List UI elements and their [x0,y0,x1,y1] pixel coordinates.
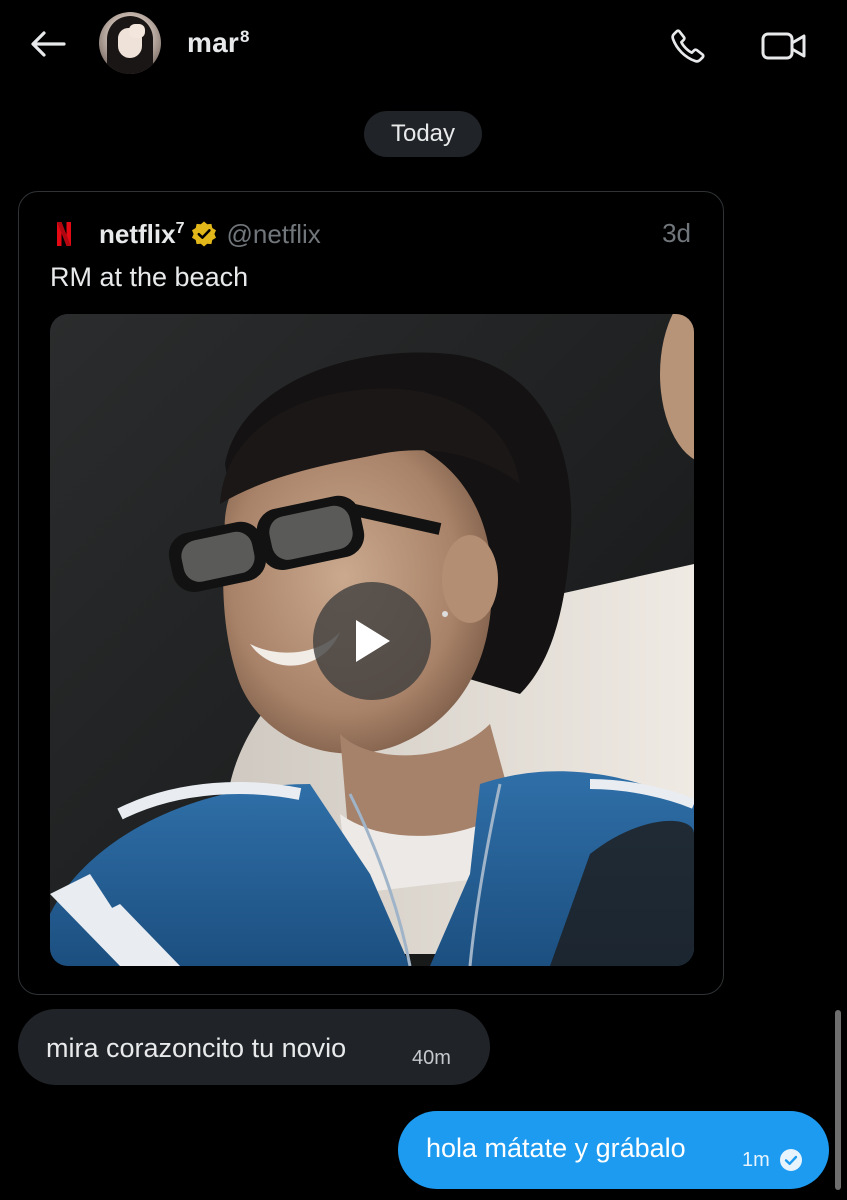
post-timestamp: 3d [662,218,691,248]
contact-name[interactable]: mar8 [187,27,250,59]
date-separator: Today [364,111,482,157]
play-icon [356,620,390,662]
seen-check-icon [780,1149,802,1171]
message-text: mira corazoncito tu novio [46,1033,347,1063]
play-button[interactable] [313,582,431,700]
back-button[interactable] [26,24,70,64]
shared-post-header: netflix7 @netflix [55,214,321,254]
message-time: 1m [742,1149,770,1171]
conversation-header: mar8 [0,0,847,90]
post-author-name[interactable]: netflix7 [99,219,184,250]
dm-conversation-screen: mar8 Today netflix7 @netflix 3d RM at th… [0,0,847,1200]
post-author-handle[interactable]: @netflix [226,219,320,250]
message-text: hola mátate y grábalo [426,1133,686,1163]
contact-name-superscript: 8 [239,27,250,46]
voice-call-button[interactable] [666,24,710,68]
sent-message-bubble[interactable]: hola mátate y grábalo 1m [398,1111,829,1189]
contact-avatar[interactable] [99,12,161,74]
video-call-button[interactable] [758,24,810,68]
phone-icon [671,29,705,63]
video-camera-icon [761,32,806,60]
received-message-bubble[interactable]: mira corazoncito tu novio 40m [18,1009,490,1085]
post-text: RM at the beach [50,262,249,292]
netflix-logo-icon [57,222,71,246]
shared-post-card[interactable]: netflix7 @netflix 3d RM at the beach [18,191,724,995]
arrow-left-icon [31,31,66,57]
gold-verified-badge-icon [192,221,217,247]
message-time: 40m [412,1047,451,1069]
post-author-superscript: 7 [175,219,185,237]
scrollbar-thumb[interactable] [835,1010,841,1190]
post-video[interactable] [50,314,694,966]
